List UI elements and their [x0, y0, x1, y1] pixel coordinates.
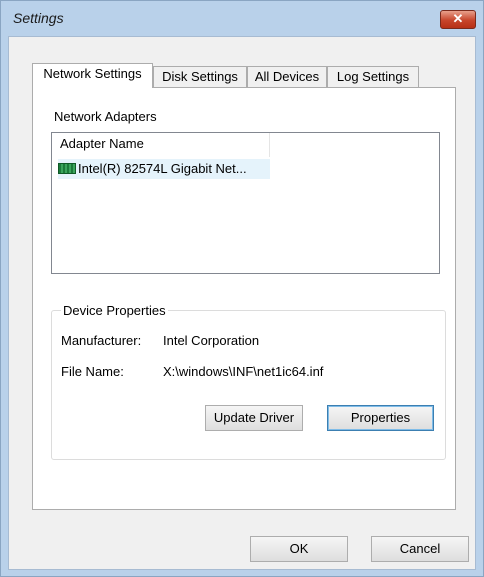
network-adapters-label: Network Adapters	[54, 109, 157, 124]
tab-all-devices[interactable]: All Devices	[247, 66, 327, 87]
manufacturer-label: Manufacturer:	[61, 333, 142, 348]
device-properties-group: Device Properties Manufacturer: Intel Co…	[51, 303, 446, 460]
manufacturer-value: Intel Corporation	[163, 333, 260, 348]
title-bar[interactable]: Settings ✕	[1, 1, 483, 33]
adapter-row[interactable]: Intel(R) 82574L Gigabit Net...	[58, 159, 270, 179]
file-name-label: File Name:	[61, 364, 124, 379]
tab-log-settings[interactable]: Log Settings	[327, 66, 419, 87]
tab-panel-network-settings: Network Adapters Adapter Name Intel(R) 8…	[32, 87, 456, 510]
settings-dialog: Settings ✕ Network Settings Disk Setting…	[0, 0, 484, 577]
close-button[interactable]: ✕	[440, 10, 476, 29]
tab-network-settings[interactable]: Network Settings	[32, 63, 153, 88]
cancel-button[interactable]: Cancel	[371, 536, 469, 562]
adapter-list[interactable]: Adapter Name Intel(R) 82574L Gigabit Net…	[51, 132, 440, 274]
column-header-adapter-name[interactable]: Adapter Name	[52, 133, 270, 157]
close-icon: ✕	[452, 11, 464, 26]
file-name-value: X:\windows\INF\net1ic64.inf	[163, 364, 324, 379]
adapter-name: Intel(R) 82574L Gigabit Net...	[78, 161, 247, 176]
update-driver-button[interactable]: Update Driver	[205, 405, 303, 431]
device-properties-legend: Device Properties	[61, 303, 168, 318]
ok-button[interactable]: OK	[250, 536, 348, 562]
dialog-body: Network Settings Disk Settings All Devic…	[8, 36, 476, 570]
tab-disk-settings[interactable]: Disk Settings	[153, 66, 247, 87]
window-title: Settings	[13, 10, 64, 26]
network-card-icon	[58, 163, 76, 174]
properties-button[interactable]: Properties	[327, 405, 434, 431]
